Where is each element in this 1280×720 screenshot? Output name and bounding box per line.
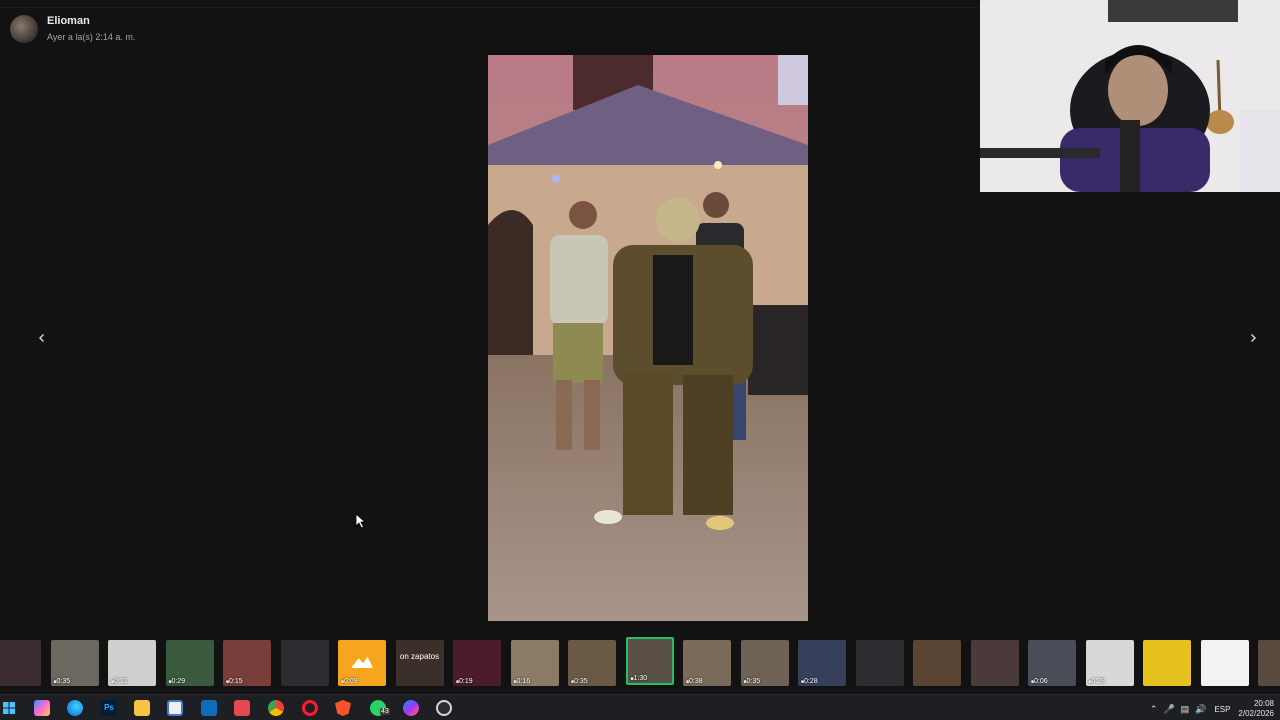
- media-thumbnail[interactable]: [855, 640, 904, 686]
- store-icon[interactable]: [167, 700, 183, 716]
- chevron-left-icon: [39, 334, 44, 342]
- media-thumbnail[interactable]: 0:12: [108, 640, 156, 686]
- media-thumbnail[interactable]: [0, 640, 41, 686]
- media-thumbnail[interactable]: [1258, 640, 1280, 686]
- media-viewer: Elioman Ayer a la(s) 2:14 a. m. ■ 0:35 ■…: [0, 0, 1280, 694]
- mouse-cursor-icon: [355, 513, 367, 529]
- clock-date: 2/02/2026: [1238, 709, 1274, 718]
- sender-info: Elioman Ayer a la(s) 2:14 a. m.: [47, 14, 135, 43]
- media-thumbnail[interactable]: 0:29: [165, 640, 214, 686]
- photoshop-icon[interactable]: Ps: [101, 700, 117, 716]
- media-thumbnail[interactable]: 0:35: [50, 640, 99, 686]
- video-duration: 0:16: [514, 678, 531, 685]
- media-thumbnail[interactable]: 0:35: [740, 640, 789, 686]
- thumbnail-strip: 0:35 0:12 0:29 0:15 0:09 on zapatos 0:19 0:16 0:…: [0, 636, 1280, 690]
- messenger-icon[interactable]: [403, 700, 419, 716]
- video-duration: 0:09: [341, 678, 358, 685]
- video-duration: 0:15: [226, 678, 243, 685]
- media-thumbnail[interactable]: 0:28: [1085, 640, 1134, 686]
- media-thumbnail[interactable]: 0:06: [1028, 640, 1076, 686]
- video-duration: 0:12: [111, 678, 128, 685]
- media-thumbnail[interactable]: 0:35: [568, 640, 616, 686]
- windows-taskbar: Ps 43 ⌃ 🎤 ▤ 🔊 ESP 20:08 2/02/2026: [0, 694, 1280, 720]
- viewer-header: Elioman Ayer a la(s) 2:14 a. m.: [10, 14, 135, 43]
- edge-icon[interactable]: [67, 700, 83, 716]
- copilot-icon[interactable]: [34, 700, 50, 716]
- video-duration: 0:35: [744, 678, 761, 685]
- chevron-right-icon: [1251, 334, 1256, 342]
- calendar-icon[interactable]: [234, 700, 250, 716]
- brave-icon[interactable]: [335, 700, 351, 716]
- media-thumbnail[interactable]: 0:19: [453, 640, 501, 686]
- webcam-overlay: [980, 0, 1280, 192]
- media-thumbnail[interactable]: [913, 640, 961, 686]
- volume-icon[interactable]: 🔊: [1195, 704, 1206, 715]
- image-icon: [351, 656, 373, 668]
- next-button[interactable]: [1243, 328, 1263, 348]
- webcam-feed: [980, 0, 1280, 192]
- previous-button[interactable]: [32, 328, 52, 348]
- video-duration: 0:35: [54, 678, 71, 685]
- video-player[interactable]: [488, 55, 808, 621]
- media-player-icon[interactable]: [436, 700, 452, 716]
- media-thumbnail[interactable]: 0:09: [338, 640, 386, 686]
- media-thumbnail[interactable]: 0:38: [683, 640, 731, 686]
- video-duration: 0:28: [801, 678, 818, 685]
- video-duration: 0:35: [571, 678, 588, 685]
- video-duration: 0:19: [456, 678, 473, 685]
- media-thumbnail[interactable]: 1:30: [625, 637, 674, 685]
- system-tray: ⌃ 🎤 ▤ 🔊 ESP 20:08 2/02/2026: [1144, 699, 1274, 719]
- whatsapp-badge: 43: [380, 708, 390, 715]
- media-thumbnail[interactable]: 0:16: [510, 640, 559, 686]
- top-divider: [0, 0, 980, 8]
- video-frame: [488, 55, 808, 621]
- video-duration: 1:30: [631, 675, 648, 682]
- media-thumbnail[interactable]: [1143, 640, 1191, 686]
- windows-start-icon[interactable]: [1, 700, 17, 716]
- language-indicator[interactable]: ESP: [1214, 705, 1230, 714]
- media-thumbnail[interactable]: [280, 640, 329, 686]
- media-thumbnail[interactable]: on zapatos: [395, 640, 444, 686]
- clock-time: 20:08: [1253, 699, 1274, 708]
- microphone-icon[interactable]: 🎤: [1163, 704, 1174, 715]
- file-explorer-icon[interactable]: [134, 700, 150, 716]
- opera-icon[interactable]: [302, 700, 318, 716]
- media-thumbnail[interactable]: [1200, 640, 1249, 686]
- video-duration: 0:29: [169, 678, 186, 685]
- thumbnail-caption: on zapatos: [399, 652, 440, 661]
- sender-name[interactable]: Elioman: [47, 14, 135, 28]
- outlook-icon[interactable]: [201, 700, 217, 716]
- network-icon[interactable]: ▤: [1181, 704, 1190, 715]
- media-thumbnail[interactable]: [970, 640, 1019, 686]
- message-timestamp: Ayer a la(s) 2:14 a. m.: [47, 32, 136, 42]
- chevron-up-icon[interactable]: ⌃: [1150, 704, 1158, 715]
- media-thumbnail[interactable]: 0:28: [798, 640, 846, 686]
- video-duration: 0:28: [1089, 678, 1106, 685]
- video-duration: 0:06: [1031, 678, 1048, 685]
- media-thumbnail[interactable]: 0:15: [223, 640, 271, 686]
- clock[interactable]: 20:08 2/02/2026: [1238, 699, 1274, 719]
- avatar[interactable]: [10, 15, 38, 43]
- video-duration: 0:38: [686, 678, 703, 685]
- chrome-icon[interactable]: [268, 700, 284, 716]
